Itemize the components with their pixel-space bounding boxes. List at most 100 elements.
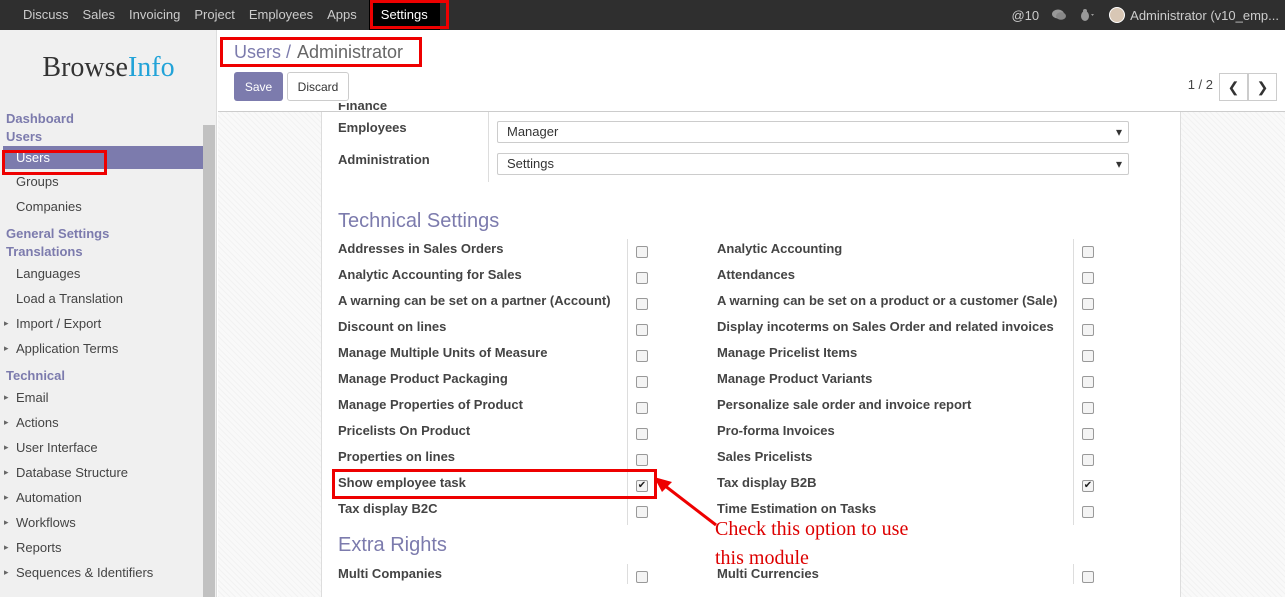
setting-label: Tax display B2C xyxy=(338,501,438,516)
setting-label: Manage Multiple Units of Measure xyxy=(338,345,548,360)
menu-sales[interactable]: Sales xyxy=(76,0,123,30)
divider xyxy=(488,112,489,182)
setting-checkbox[interactable] xyxy=(1082,298,1094,310)
divider xyxy=(1073,291,1074,317)
setting-checkbox[interactable] xyxy=(1082,506,1094,518)
setting-checkbox[interactable] xyxy=(636,298,648,310)
setting-checkbox[interactable] xyxy=(1082,376,1094,388)
sidebar-item-sequences[interactable]: Sequences & Identifiers xyxy=(0,560,203,585)
setting-checkbox[interactable] xyxy=(1082,454,1094,466)
setting-checkbox[interactable] xyxy=(636,506,648,518)
divider xyxy=(1073,343,1074,369)
field-label-administration: Administration xyxy=(338,152,430,167)
sidebar-item-reports[interactable]: Reports xyxy=(0,535,203,560)
setting-label: Pricelists On Product xyxy=(338,423,471,438)
menu-dashboard[interactable]: Dashboard xyxy=(0,110,203,128)
setting-checkbox[interactable] xyxy=(636,272,648,284)
setting-label: Attendances xyxy=(717,267,796,282)
menu-apps[interactable]: Apps xyxy=(320,0,364,30)
sidebar-item-workflows[interactable]: Workflows xyxy=(0,510,203,535)
setting-checkbox[interactable] xyxy=(1082,350,1094,362)
setting-checkbox[interactable] xyxy=(636,428,648,440)
setting-checkbox[interactable] xyxy=(1082,428,1094,440)
sidebar-item-application-terms[interactable]: Application Terms xyxy=(0,336,203,361)
chat-icon[interactable] xyxy=(1051,8,1067,22)
divider xyxy=(1073,395,1074,421)
divider xyxy=(627,317,628,343)
setting-label: Tax display B2B xyxy=(717,475,817,490)
sidebar-item-user-interface[interactable]: User Interface xyxy=(0,435,203,460)
setting-label: Manage Product Packaging xyxy=(338,371,508,386)
setting-checkbox[interactable] xyxy=(636,350,648,362)
setting-label: Addresses in Sales Orders xyxy=(338,241,504,256)
sidebar-item-import-export[interactable]: Import / Export xyxy=(0,311,203,336)
divider xyxy=(627,499,628,525)
debug-bug-icon[interactable] xyxy=(1079,8,1097,22)
setting-label: Pro-forma Invoices xyxy=(717,423,835,438)
setting-label: Discount on lines xyxy=(338,319,447,334)
divider xyxy=(627,343,628,369)
divider xyxy=(627,265,628,291)
setting-label: Display incoterms on Sales Order and rel… xyxy=(717,319,1054,334)
divider xyxy=(627,239,628,265)
setting-label: Analytic Accounting xyxy=(717,241,843,256)
divider xyxy=(1073,564,1074,584)
divider xyxy=(1073,317,1074,343)
setting-label: A warning can be set on a product or a c… xyxy=(717,293,1058,308)
setting-label: Time Estimation on Tasks xyxy=(717,501,877,516)
save-button[interactable]: Save xyxy=(234,72,283,101)
setting-checkbox[interactable] xyxy=(636,454,648,466)
multi-companies-checkbox[interactable] xyxy=(636,571,648,583)
setting-checkbox[interactable] xyxy=(1082,272,1094,284)
setting-label: A warning can be set on a partner (Accou… xyxy=(338,293,611,308)
menu-employees[interactable]: Employees xyxy=(242,0,320,30)
settings-menu: Dashboard Users Users Groups Companies G… xyxy=(0,110,203,585)
browseinfo-logo: BrowseInfo xyxy=(42,52,175,83)
annotation-arrow xyxy=(654,477,717,527)
annotation-text-line-1: Check this option to use xyxy=(715,518,909,540)
sidebar-item-companies[interactable]: Companies xyxy=(0,194,203,219)
divider xyxy=(627,421,628,447)
setting-checkbox[interactable] xyxy=(636,376,648,388)
menu-invoicing[interactable]: Invoicing xyxy=(122,0,187,30)
setting-checkbox[interactable] xyxy=(636,402,648,414)
pager-previous-button[interactable]: ❮ xyxy=(1219,73,1248,101)
field-label-finance: Finance xyxy=(338,103,388,112)
messages-counter[interactable]: @10 xyxy=(1011,8,1039,23)
menu-users-header[interactable]: Users xyxy=(0,128,203,146)
divider xyxy=(1073,447,1074,473)
user-menu[interactable]: Administrator (v10_emp... xyxy=(1109,7,1279,23)
menu-technical[interactable]: Technical xyxy=(0,367,203,385)
sidebar-scrollbar[interactable] xyxy=(203,125,215,597)
setting-checkbox[interactable] xyxy=(636,324,648,336)
user-name: Administrator (v10_emp... xyxy=(1130,7,1279,23)
sidebar-item-load-translation[interactable]: Load a Translation xyxy=(0,286,203,311)
sidebar-item-email[interactable]: Email xyxy=(0,385,203,410)
menu-discuss[interactable]: Discuss xyxy=(0,0,76,30)
sidebar-item-database-structure[interactable]: Database Structure xyxy=(0,460,203,485)
setting-checkbox[interactable] xyxy=(1082,324,1094,336)
setting-checkbox[interactable]: ✔ xyxy=(1082,480,1094,492)
setting-label: Manage Properties of Product xyxy=(338,397,523,412)
menu-project[interactable]: Project xyxy=(187,0,241,30)
administration-access-select[interactable]: Settings xyxy=(497,153,1129,175)
sidebar: BrowseInfo Dashboard Users Users Groups … xyxy=(0,30,217,597)
divider xyxy=(627,564,628,584)
multi-currencies-checkbox[interactable] xyxy=(1082,571,1094,583)
menu-translations[interactable]: Translations xyxy=(0,243,203,261)
setting-checkbox[interactable] xyxy=(1082,246,1094,258)
divider xyxy=(1073,265,1074,291)
sidebar-item-automation[interactable]: Automation xyxy=(0,485,203,510)
setting-label: Manage Product Variants xyxy=(717,371,873,386)
employees-access-select[interactable]: Manager xyxy=(497,121,1129,143)
section-extra-rights: Extra Rights xyxy=(338,534,447,556)
discard-button[interactable]: Discard xyxy=(287,72,349,101)
setting-checkbox[interactable] xyxy=(1082,402,1094,414)
pager-next-button[interactable]: ❯ xyxy=(1248,73,1277,101)
sidebar-item-languages[interactable]: Languages xyxy=(0,261,203,286)
pager-value: 1 / 2 xyxy=(1187,77,1213,92)
sidebar-item-actions[interactable]: Actions xyxy=(0,410,203,435)
highlight-show-employee-task xyxy=(332,469,657,499)
menu-general-settings[interactable]: General Settings xyxy=(0,225,203,243)
setting-checkbox[interactable] xyxy=(636,246,648,258)
